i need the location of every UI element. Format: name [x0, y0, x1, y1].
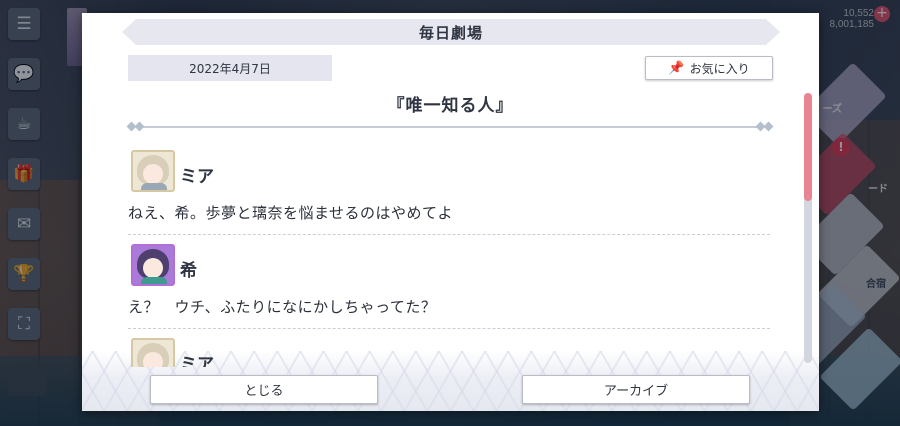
mia-avatar — [131, 150, 175, 192]
nozomi-avatar — [131, 244, 175, 286]
modal-title: 毎日劇場 — [418, 23, 483, 42]
title-divider — [126, 121, 774, 132]
divider-line — [140, 126, 760, 128]
divider-diamond — [763, 121, 774, 132]
daily-theater-modal: 毎日劇場 2022年4月7日 📌 お気に入り 『唯一知る人』 ミア ねえ、希。歩… — [82, 13, 819, 411]
favorite-button-label: お気に入り — [689, 61, 750, 76]
avatar-face — [143, 352, 163, 367]
speaker-name: 希 — [180, 261, 197, 281]
dialogue-separator — [128, 234, 770, 235]
date-label: 2022年4月7日 — [128, 55, 332, 81]
dialogue-separator — [128, 328, 770, 329]
avatar-body — [141, 277, 167, 284]
mia-avatar — [131, 338, 175, 367]
episode-title: 『唯一知る人』 — [387, 96, 514, 116]
modal-title-bar: 毎日劇場 — [122, 19, 780, 45]
archive-button[interactable]: アーカイブ — [522, 375, 750, 404]
avatar-body — [141, 183, 167, 190]
close-button[interactable]: とじる — [150, 375, 378, 404]
divider-diamond — [134, 121, 145, 132]
dialogue-entry: ミア ねえ、希。歩夢と璃奈を悩ませるのはやめてよ — [128, 145, 770, 239]
dialogue-entry: 希 え？ ウチ、ふたりになにかしちゃってた？ — [128, 239, 770, 333]
dialogue-text: ねえ、希。歩夢と璃奈を悩ませるのはやめてよ — [128, 204, 454, 222]
avatar-face — [143, 258, 163, 278]
avatar-face — [143, 164, 163, 184]
pin-icon: 📌 — [668, 60, 685, 76]
dialogue-text: え？ ウチ、ふたりになにかしちゃってた？ — [128, 298, 437, 316]
favorite-button[interactable]: 📌 お気に入り — [645, 56, 773, 80]
dialogue-list[interactable]: ミア ねえ、希。歩夢と璃奈を悩ませるのはやめてよ 希 え？ ウチ、ふたりになにか… — [128, 145, 770, 367]
dialogue-entry: ミア — [128, 333, 770, 367]
speaker-name: ミア — [180, 355, 214, 367]
scrollbar-thumb[interactable] — [804, 93, 812, 201]
speaker-name: ミア — [180, 167, 214, 187]
dialogue-scrollbar[interactable] — [804, 93, 812, 363]
